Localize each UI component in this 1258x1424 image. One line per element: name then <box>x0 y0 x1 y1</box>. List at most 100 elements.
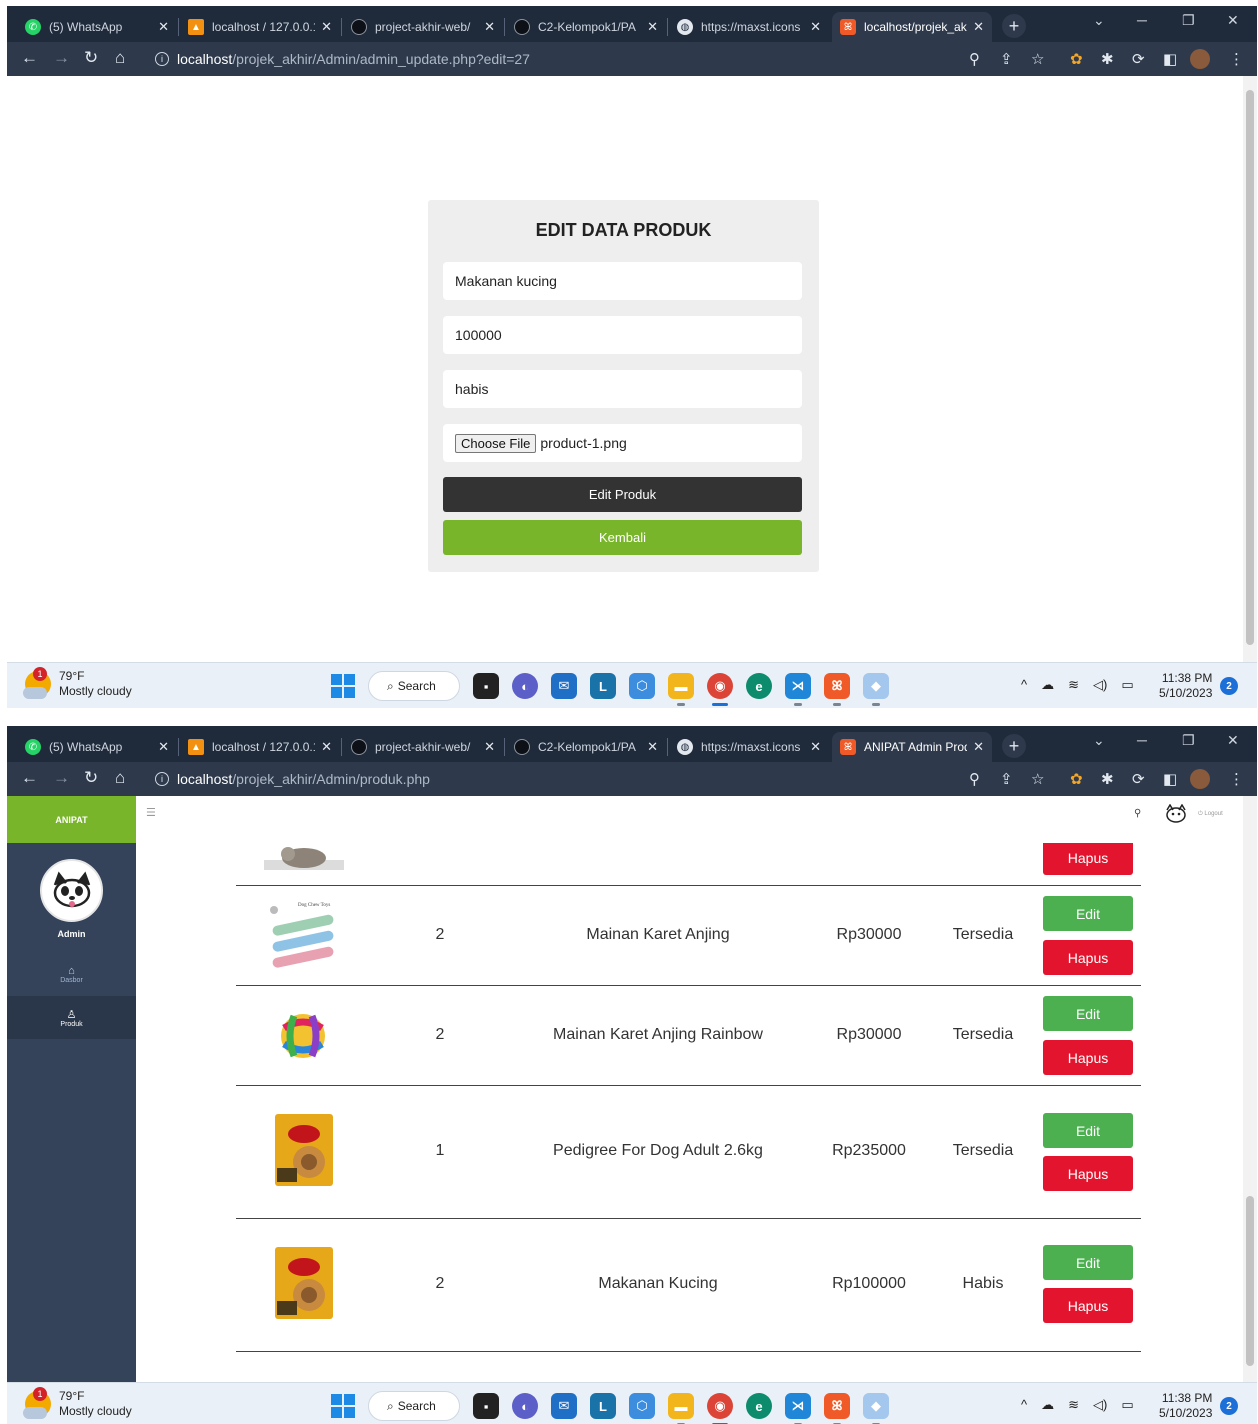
sidepanel-icon[interactable]: ◧ <box>1163 770 1177 788</box>
bookmark-star-icon[interactable]: ☆ <box>1031 770 1044 788</box>
search-icon[interactable]: ⚲ <box>1134 808 1141 819</box>
sidebar-item-dasbor[interactable]: ⌂ Dasbor <box>7 953 136 996</box>
tab-phpmyadmin[interactable]: ▲ localhost / 127.0.0.1 ✕ <box>180 12 340 42</box>
close-icon[interactable]: ✕ <box>647 739 658 755</box>
clock[interactable]: 11:38 PM 5/10/2023 <box>1159 671 1212 701</box>
back-icon[interactable]: ← <box>21 768 38 788</box>
brand-logo[interactable]: ANIPAT <box>7 796 136 843</box>
xampp-icon[interactable]: ꕤ <box>824 673 850 706</box>
close-icon[interactable]: ✕ <box>973 19 984 35</box>
product-price-input[interactable]: 100000 <box>443 316 802 354</box>
edit-button[interactable]: Edit <box>1043 996 1133 1031</box>
minimize-icon[interactable]: ─ <box>1137 732 1147 748</box>
puzzle-icon[interactable]: ✱ <box>1101 770 1114 788</box>
minimize-icon[interactable]: ─ <box>1137 12 1147 28</box>
product-name-input[interactable]: Makanan kucing <box>443 262 802 300</box>
kembali-button[interactable]: Kembali <box>443 520 802 555</box>
new-tab-button[interactable]: + <box>1002 734 1026 758</box>
app-cube-icon[interactable]: ⬡ <box>629 673 655 699</box>
extension-icon[interactable]: ✿ <box>1070 50 1083 68</box>
tab-github-kelompok[interactable]: C2-Kelompok1/PA ✕ <box>506 12 666 42</box>
share-icon[interactable]: ⇪ <box>1000 770 1013 788</box>
mail-icon[interactable]: ✉ <box>551 673 577 699</box>
edge-icon[interactable]: e <box>746 1393 772 1419</box>
close-icon[interactable]: ✕ <box>484 19 495 35</box>
close-icon[interactable]: ✕ <box>484 739 495 755</box>
hapus-button[interactable]: Hapus <box>1043 840 1133 875</box>
system-tray[interactable]: ^ ☁ ≋ ◁) ▭ <box>1021 677 1134 693</box>
weather-widget[interactable]: 1 79°F Mostly cloudy <box>23 667 132 699</box>
bookmark-star-icon[interactable]: ☆ <box>1031 50 1044 68</box>
mail-icon[interactable]: ✉ <box>551 1393 577 1419</box>
extension-icon[interactable]: ✿ <box>1070 770 1083 788</box>
taskbar-search[interactable]: ⌕ Search <box>368 1391 460 1421</box>
edit-button[interactable]: Edit <box>1043 1113 1133 1148</box>
info-icon[interactable]: i <box>155 52 169 66</box>
system-tray[interactable]: ^ ☁ ≋ ◁) ▭ <box>1021 1397 1134 1413</box>
restore-icon[interactable]: ❐ <box>1182 12 1195 29</box>
git-icon[interactable]: ◆ <box>863 673 889 706</box>
info-icon[interactable]: i <box>155 772 169 786</box>
close-icon[interactable]: ✕ <box>973 739 984 755</box>
notification-badge[interactable]: 2 <box>1220 1397 1238 1415</box>
tab-github-project[interactable]: project-akhir-web/✕ <box>343 732 503 762</box>
task-view-icon[interactable]: ▪ <box>473 1393 499 1419</box>
tab-whatsapp[interactable]: ✆ (5) WhatsApp ✕ <box>17 12 177 42</box>
app-l-icon[interactable]: L <box>590 673 616 699</box>
vscode-icon[interactable]: ⋊ <box>785 673 811 706</box>
tab-phpmyadmin[interactable]: ▲ localhost / 127.0.0.1 ✕ <box>180 732 340 762</box>
vscode-icon[interactable]: ⋊ <box>785 1393 811 1424</box>
profile-avatar[interactable] <box>1190 49 1210 69</box>
teams-chat-icon[interactable]: ◐ <box>512 1393 538 1419</box>
tab-localhost-active[interactable]: ꕤlocalhost/projek_akhir✕ <box>832 12 992 42</box>
reload-icon[interactable]: ↻ <box>84 768 98 788</box>
user-avatar[interactable] <box>1164 804 1188 824</box>
tab-whatsapp[interactable]: ✆ (5) WhatsApp ✕ <box>17 732 177 762</box>
zoom-icon[interactable]: ⚲ <box>969 50 980 68</box>
menu-kebab-icon[interactable]: ⋮ <box>1229 50 1244 68</box>
tab-search-icon[interactable]: ⌄ <box>1093 12 1105 29</box>
edit-produk-button[interactable]: Edit Produk <box>443 477 802 512</box>
address-bar[interactable]: i localhost/projek_akhir/Admin/produk.ph… <box>145 766 1065 792</box>
tab-github-project[interactable]: project-akhir-web/✕ <box>343 12 503 42</box>
hapus-button[interactable]: Hapus <box>1043 1156 1133 1191</box>
share-icon[interactable]: ⇪ <box>1000 50 1013 68</box>
home-icon[interactable]: ⌂ <box>115 768 125 788</box>
menu-kebab-icon[interactable]: ⋮ <box>1229 770 1244 788</box>
back-icon[interactable]: ← <box>21 48 38 68</box>
teams-chat-icon[interactable]: ◐ <box>512 673 538 699</box>
hapus-button[interactable]: Hapus <box>1043 1288 1133 1323</box>
start-icon[interactable] <box>331 1394 355 1418</box>
clock[interactable]: 11:38 PM 5/10/2023 <box>1159 1391 1212 1421</box>
forward-icon[interactable]: → <box>53 48 70 68</box>
close-icon[interactable]: ✕ <box>647 19 658 35</box>
chrome-icon[interactable]: ◉ <box>707 673 733 706</box>
scrollbar[interactable] <box>1243 76 1257 662</box>
chrome-icon[interactable]: ◉ <box>707 1393 733 1424</box>
file-input[interactable]: Choose File product-1.png <box>443 424 802 462</box>
edit-button[interactable]: Edit <box>1043 1245 1133 1280</box>
home-icon[interactable]: ⌂ <box>115 48 125 68</box>
logout-link[interactable]: ⏻ Logout <box>1198 811 1223 818</box>
window-close-icon[interactable]: ✕ <box>1227 12 1239 29</box>
close-icon[interactable]: ✕ <box>321 739 332 755</box>
edge-icon[interactable]: e <box>746 673 772 699</box>
tab-search-icon[interactable]: ⌄ <box>1093 732 1105 749</box>
window-close-icon[interactable]: ✕ <box>1227 732 1239 749</box>
close-icon[interactable]: ✕ <box>158 739 169 755</box>
xampp-icon[interactable]: ꕤ <box>824 1393 850 1424</box>
scrollbar[interactable] <box>1243 796 1257 1386</box>
address-bar[interactable]: i localhost/projek_akhir/Admin/admin_upd… <box>145 46 1065 72</box>
puzzle-icon[interactable]: ✱ <box>1101 50 1114 68</box>
file-explorer-icon[interactable]: ▬ <box>668 1393 694 1424</box>
weather-widget[interactable]: 1 79°F Mostly cloudy <box>23 1387 132 1419</box>
edit-button[interactable]: Edit <box>1043 896 1133 931</box>
close-icon[interactable]: ✕ <box>810 19 821 35</box>
start-icon[interactable] <box>331 674 355 698</box>
choose-file-button[interactable]: Choose File <box>455 433 537 453</box>
zoom-icon[interactable]: ⚲ <box>969 770 980 788</box>
sync-icon[interactable]: ⟳ <box>1132 50 1145 68</box>
restore-icon[interactable]: ❐ <box>1182 732 1195 749</box>
hapus-button[interactable]: Hapus <box>1043 940 1133 975</box>
tab-anipat-active[interactable]: ꕤANIPAT Admin Produk✕ <box>832 732 992 762</box>
